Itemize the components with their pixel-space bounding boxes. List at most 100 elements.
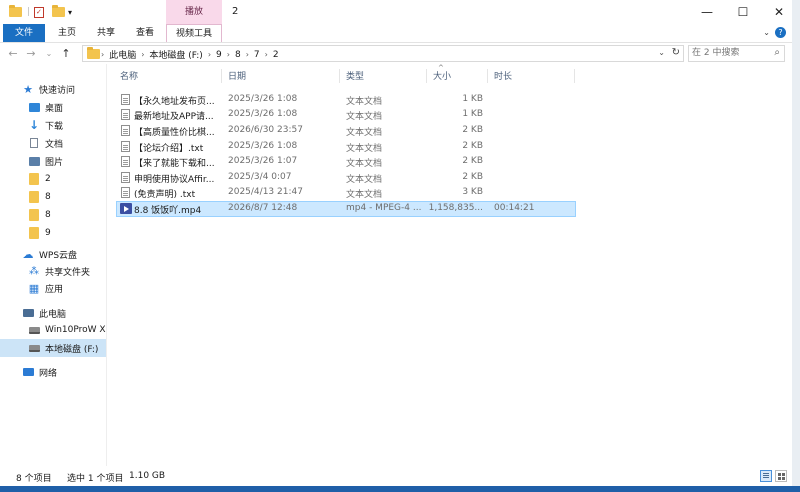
address-bar[interactable]: › 此电脑 › 本地磁盘 (F:) › 9 › 8 › 7 › 2 ⌄ ↻ (82, 45, 684, 62)
column-divider[interactable] (339, 69, 340, 83)
nav-item-wps-cloud[interactable]: ☁ WPS云盘 (0, 245, 106, 263)
text-file-icon (121, 156, 130, 167)
collapse-ribbon-icon[interactable]: ⌄ (763, 28, 770, 37)
breadcrumb-item[interactable]: 本地磁盘 (F:) (149, 48, 202, 61)
navigation-pane: ★ 快速访问 桌面 📌 ↓ 下载 📌 文档 📌 图片 📌 2 (0, 64, 107, 466)
minimize-button[interactable]: — (690, 0, 724, 24)
nav-item-documents[interactable]: 文档 📌 (0, 134, 106, 152)
text-file-icon (121, 172, 130, 183)
folder-icon (28, 209, 40, 221)
text-file-icon (121, 187, 130, 198)
chevron-down-icon[interactable]: ⌄ (658, 48, 665, 57)
chevron-right-icon: › (264, 50, 268, 59)
context-tab-play[interactable]: 播放 (166, 0, 222, 24)
tab-file[interactable]: 文件 (3, 24, 45, 42)
shared-folder-icon: ⁂ (29, 265, 39, 277)
pictures-icon (28, 155, 40, 167)
nav-item-this-pc[interactable]: 此电脑 (0, 304, 106, 322)
details-view-button[interactable] (760, 470, 772, 482)
computer-icon (22, 307, 34, 319)
column-divider[interactable] (487, 69, 488, 83)
item-count: 8 个项目 (16, 474, 52, 484)
nav-item-downloads[interactable]: ↓ 下载 📌 (0, 116, 106, 134)
nav-item-shared-folder[interactable]: ⁂ 共享文件夹 (0, 262, 106, 280)
nav-item-desktop[interactable]: 桌面 📌 (0, 98, 106, 116)
ribbon-tabs: 文件 主页 共享 查看 视频工具 ⌄ ? (0, 24, 792, 43)
column-header-size[interactable]: 大小 (433, 69, 451, 82)
back-button[interactable]: ← (5, 45, 21, 61)
column-divider[interactable] (574, 69, 575, 83)
nav-item-network[interactable]: 网络 (0, 363, 106, 381)
nav-item-folder-8[interactable]: 8 (0, 188, 106, 206)
column-header-name[interactable]: 名称 (120, 69, 138, 82)
nav-item-label: 快速访问 (39, 85, 76, 96)
nav-item-folder-2[interactable]: 2 (0, 170, 106, 188)
column-divider[interactable] (426, 69, 427, 83)
tab-share[interactable]: 共享 (91, 24, 121, 42)
breadcrumb-item[interactable]: 此电脑 (109, 48, 136, 61)
search-input[interactable] (692, 47, 764, 59)
file-row[interactable]: 【论坛介绍】.txt 2025/3/26 1:08 文本文档 2 KB (117, 140, 575, 155)
file-row[interactable]: 【高质量性价比棋... 2026/6/30 23:57 文本文档 2 KB (117, 124, 575, 139)
cloud-icon: ☁ (22, 247, 34, 261)
search-box[interactable]: ⌕ (688, 45, 785, 62)
breadcrumb-item[interactable]: 8 (235, 50, 241, 60)
text-file-icon (121, 125, 130, 136)
up-button[interactable]: ↑ (58, 45, 74, 61)
nav-item-folder-8b[interactable]: 8 (0, 206, 106, 224)
selection-count: 选中 1 个项目 (67, 474, 124, 484)
nav-item-label: 桌面 (45, 103, 64, 114)
column-header-duration[interactable]: 时长 (494, 69, 512, 82)
breadcrumb-item[interactable]: 7 (254, 50, 260, 60)
tab-home[interactable]: 主页 (52, 24, 82, 42)
column-divider[interactable] (221, 69, 222, 83)
nav-item-drive-f[interactable]: 本地磁盘 (F:) (0, 339, 106, 357)
close-button[interactable]: ✕ (762, 0, 796, 24)
refresh-icon[interactable]: ↻ (672, 47, 680, 58)
file-row[interactable]: 申明使用协议Affir... 2025/3/4 0:07 文本文档 2 KB (117, 171, 575, 186)
tab-view[interactable]: 查看 (130, 24, 160, 42)
recent-locations-icon[interactable]: ⌄ (41, 45, 57, 61)
network-icon (22, 366, 34, 378)
tab-video-tools[interactable]: 视频工具 (166, 24, 222, 42)
column-header-date[interactable]: 日期 (228, 69, 246, 82)
nav-item-pictures[interactable]: 图片 📌 (0, 152, 106, 170)
breadcrumb-item[interactable]: 9 (216, 50, 222, 60)
nav-item-label: 本地磁盘 (F:) (45, 344, 99, 355)
nav-item-label: 此电脑 (39, 309, 67, 320)
maximize-button[interactable]: ☐ (726, 0, 760, 24)
text-file-icon (121, 109, 130, 120)
file-row-selected[interactable]: 8.8 饭饭吖.mp4 2026/8/7 12:48 mp4 - MPEG-4 … (116, 201, 576, 217)
document-icon (28, 137, 40, 149)
chevron-right-icon: › (141, 50, 145, 59)
selection-size: 1.10 GB (129, 471, 166, 481)
breadcrumb: › 此电脑 › 本地磁盘 (F:) › 9 › 8 › 7 › 2 (101, 48, 279, 62)
search-icon: ⌕ (774, 47, 780, 58)
nav-item-label: Win10ProW X (45, 325, 106, 335)
file-row[interactable]: 【永久地址发布页... 2025/3/26 1:08 文本文档 1 KB (117, 93, 575, 108)
quick-access-toolbar (9, 4, 22, 20)
customize-toolbar-icon[interactable]: ▾ (68, 4, 72, 20)
nav-item-quick-access[interactable]: ★ 快速访问 (0, 80, 106, 98)
chevron-right-icon: › (245, 50, 249, 59)
nav-item-folder-9[interactable]: 9 (0, 224, 106, 242)
large-icons-view-button[interactable] (775, 470, 787, 482)
file-row[interactable]: 最新地址及APP请... 2025/3/26 1:08 文本文档 1 KB (117, 108, 575, 123)
chevron-right-icon: › (101, 50, 105, 59)
file-row[interactable]: (免责声明) .txt 2025/4/13 21:47 文本文档 3 KB (117, 186, 575, 201)
nav-item-apps[interactable]: ▦ 应用 (0, 279, 106, 297)
nav-item-label: 应用 (45, 284, 64, 295)
nav-item-label: 共享文件夹 (45, 267, 91, 278)
help-icon[interactable]: ? (775, 27, 786, 38)
file-row[interactable]: 【来了就能下载和... 2025/3/26 1:07 文本文档 2 KB (117, 155, 575, 170)
new-folder-icon[interactable] (52, 4, 65, 20)
window-title: 2 (232, 6, 239, 17)
forward-button[interactable]: → (23, 45, 39, 61)
folder-icon[interactable] (9, 5, 22, 17)
nav-item-label: 8 (45, 192, 51, 202)
nav-item-drive-c[interactable]: Win10ProW X (0, 321, 106, 339)
breadcrumb-item[interactable]: 2 (273, 50, 279, 60)
folder-icon (28, 227, 40, 239)
column-header-type[interactable]: 类型 (346, 69, 364, 82)
properties-icon[interactable]: ✓ (34, 4, 44, 20)
